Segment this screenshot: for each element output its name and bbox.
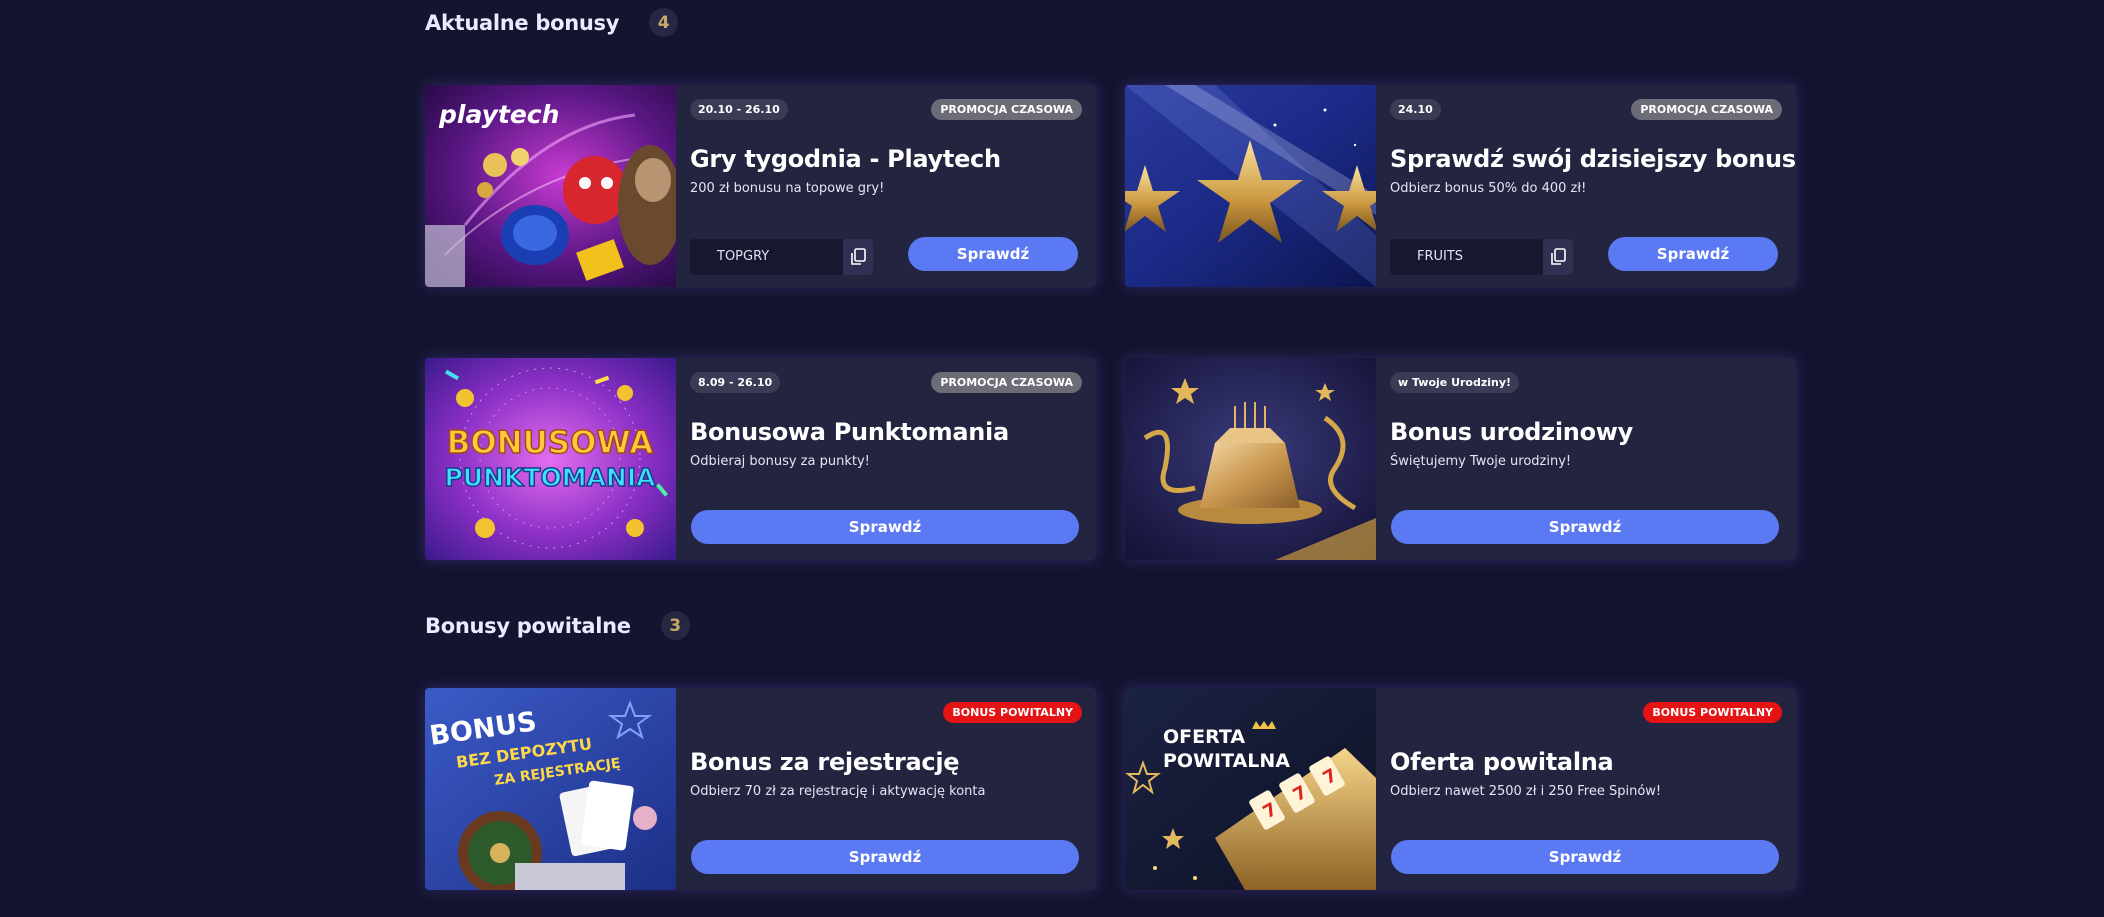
card-description: 200 zł bonusu na topowe gry! [690,181,885,196]
playtech-artwork: playtech [425,85,676,287]
crown-icon [1252,721,1276,729]
card-title: Sprawdź swój dzisiejszy bonus [1390,145,1796,173]
date-badge: 8.09 - 26.10 [690,372,781,393]
bonus-code-field[interactable]: TOPGRY [690,239,873,275]
punktomania-text-1: BONUSOWA [447,425,654,461]
copy-icon [1551,248,1566,265]
welcome-bonus-badge: BONUS POWITALNY [943,702,1082,723]
card-body: BONUS POWITALNY Bonus za rejestrację Odb… [676,688,1096,890]
card-title: Gry tygodnia - Playtech [690,145,1001,173]
section-title: Bonusy powitalne [425,613,631,638]
check-button[interactable]: Sprawdź [1608,237,1778,271]
punktomania-text-2: PUNKTOMANIA [444,463,656,492]
check-button[interactable]: Sprawdź [908,237,1078,271]
bonus-image-playtech[interactable]: playtech [425,85,676,287]
bonus-card-registration[interactable]: BONUS BEZ DEPOZYTU ZA REJESTRACJĘ BONUS … [425,688,1096,890]
bonus-image-birthday[interactable] [1125,358,1376,560]
welcome-offer-artwork: 7 7 7 OFERTA POWITALNA [1125,688,1376,890]
page: Aktualne bonusy 4 playtech 20.10 - 26.10… [0,0,2104,917]
bonus-code-text: FRUITS [1417,249,1464,264]
date-badge: 20.10 - 26.10 [690,99,788,120]
playtech-logo-text: playtech [438,100,559,129]
check-button[interactable]: Sprawdź [1391,510,1779,544]
section-count-badge: 3 [660,611,690,640]
birthday-cake-artwork [1125,358,1376,560]
copy-code-button[interactable] [843,239,873,275]
promo-badge: PROMOCJA CZASOWA [931,372,1082,393]
card-title: Bonusowa Punktomania [690,418,1009,446]
stars-artwork [1125,85,1376,287]
welcome-bonus-badge: BONUS POWITALNY [1643,702,1782,723]
punktomania-artwork: BONUSOWA PUNKTOMANIA [425,358,676,560]
bonus-image-registration[interactable]: BONUS BEZ DEPOZYTU ZA REJESTRACJĘ [425,688,676,890]
bonus-card-punktomania[interactable]: BONUSOWA PUNKTOMANIA 8.09 - 26.10 PROMOC… [425,358,1096,560]
date-badge: 24.10 [1390,99,1441,120]
copy-icon [851,248,866,265]
card-description: Odbieraj bonusy za punkty! [690,454,870,469]
section-count-badge: 4 [649,8,679,37]
card-title: Oferta powitalna [1390,748,1614,776]
bonus-card-playtech[interactable]: playtech 20.10 - 26.10 PROMOCJA CZASOWA … [425,85,1096,287]
welcome-offer-text-1: OFERTA [1163,726,1245,748]
section-title: Aktualne bonusy [425,10,620,35]
bonus-card-welcome-offer[interactable]: 7 7 7 OFERTA POWITALNA BONUS POWITALNY O… [1125,688,1796,890]
bonus-image-welcome-offer[interactable]: 7 7 7 OFERTA POWITALNA [1125,688,1376,890]
bonus-image-stars[interactable] [1125,85,1376,287]
bonus-code-field[interactable]: FRUITS [1390,239,1573,275]
bonus-image-punktomania[interactable]: BONUSOWA PUNKTOMANIA [425,358,676,560]
card-description: Odbierz 70 zł za rejestrację i aktywację… [690,784,986,799]
check-button[interactable]: Sprawdź [691,510,1079,544]
check-button[interactable]: Sprawdź [1391,840,1779,874]
date-badge: w Twoje Urodziny! [1390,372,1520,393]
bonus-code-text: TOPGRY [717,249,770,264]
card-body: BONUS POWITALNY Oferta powitalna Odbierz… [1376,688,1796,890]
card-title: Bonus urodzinowy [1390,418,1633,446]
check-button[interactable]: Sprawdź [691,840,1079,874]
promo-badge: PROMOCJA CZASOWA [931,99,1082,120]
card-title: Bonus za rejestrację [690,748,960,776]
card-description: Odbierz bonus 50% do 400 zł! [1390,181,1587,196]
card-description: Świętujemy Twoje urodziny! [1390,454,1572,469]
promo-badge: PROMOCJA CZASOWA [1631,99,1782,120]
card-description: Odbierz nawet 2500 zł i 250 Free Spinów! [1390,784,1662,799]
card-body: 8.09 - 26.10 PROMOCJA CZASOWA Bonusowa P… [676,358,1096,560]
card-body: w Twoje Urodziny! Bonus urodzinowy Święt… [1376,358,1796,560]
bonus-card-daily[interactable]: 24.10 PROMOCJA CZASOWA Sprawdź swój dzis… [1125,85,1796,287]
welcome-offer-text-2: POWITALNA [1163,750,1290,772]
copy-code-button[interactable] [1543,239,1573,275]
section-header-current: Aktualne bonusy 4 [425,8,679,37]
card-body: 20.10 - 26.10 PROMOCJA CZASOWA Gry tygod… [676,85,1096,287]
section-header-welcome: Bonusy powitalne 3 [425,611,690,640]
registration-artwork: BONUS BEZ DEPOZYTU ZA REJESTRACJĘ [425,688,676,890]
card-body: 24.10 PROMOCJA CZASOWA Sprawdź swój dzis… [1376,85,1796,287]
bonus-card-birthday[interactable]: w Twoje Urodziny! Bonus urodzinowy Święt… [1125,358,1796,560]
